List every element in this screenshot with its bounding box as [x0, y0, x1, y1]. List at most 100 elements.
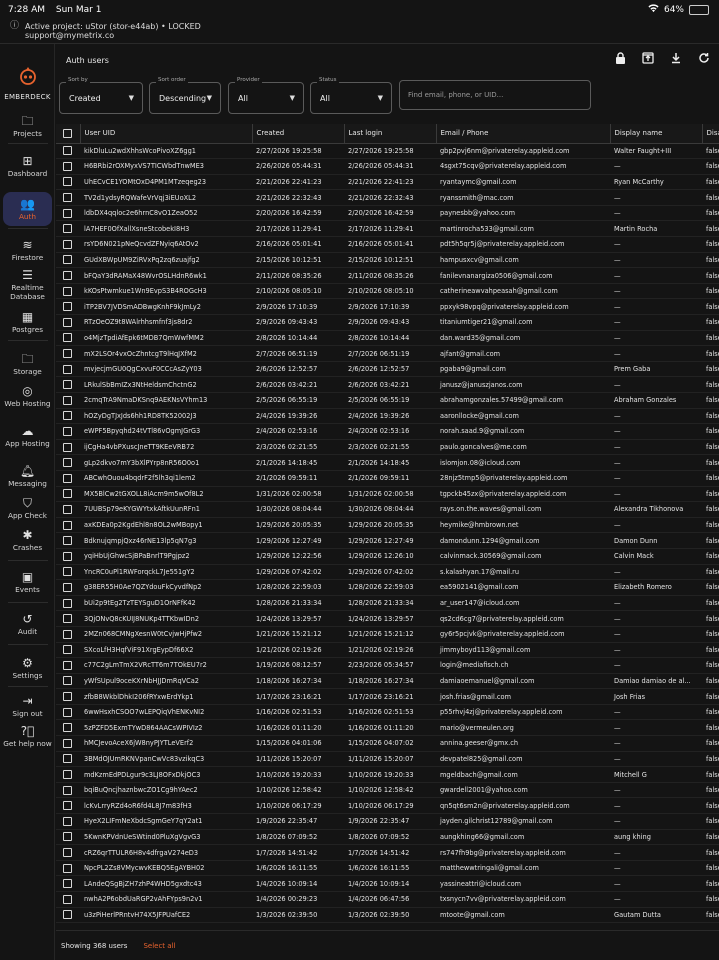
refresh-icon[interactable]: [697, 52, 711, 67]
table-row[interactable]: ldbDX4qqloc2e6hrnC8vO1ZeaO52 2/20/2026 16…: [56, 205, 719, 222]
table-row[interactable]: 7UUBSp79eKYGWYtxkAftkUunRFn1 1/30/2026 08…: [56, 501, 719, 518]
row-checkbox[interactable]: [63, 582, 72, 592]
table-row[interactable]: iTP2BV7JVDSmADBwgKnhF9kJmLy2 2/9/2026 17:…: [56, 298, 719, 316]
search-input[interactable]: Find email, phone, or UID...: [399, 80, 591, 110]
table-row[interactable]: hMCJevoAceX6jW8nyPJYTLeVErf2 1/15/2026 04…: [56, 735, 719, 752]
row-checkbox[interactable]: [63, 536, 72, 546]
sidebar-item-firestore[interactable]: ≋ Firestore: [3, 238, 52, 263]
table-row[interactable]: kikDluLu2wdXhhsWcoPivoXZ6gg1 2/27/2026 19…: [56, 143, 719, 160]
row-checkbox[interactable]: [63, 894, 72, 904]
table-row[interactable]: 5KwnKPVdnUeSWtind0PluXgVgvG3 1/8/2026 07:…: [56, 829, 719, 846]
provider-select[interactable]: Provider All ▼: [228, 77, 304, 114]
row-checkbox[interactable]: [63, 489, 72, 499]
row-checkbox[interactable]: [63, 785, 72, 795]
table-row[interactable]: yWfSUpul9oceKXrNbHJJDmRqVCa2 1/18/2026 16…: [56, 673, 719, 690]
row-checkbox[interactable]: [63, 255, 72, 265]
row-checkbox[interactable]: [63, 692, 72, 702]
column-header-disabled[interactable]: Disa: [702, 124, 719, 144]
column-header-email-phone[interactable]: Email / Phone: [436, 124, 611, 144]
row-checkbox[interactable]: [63, 801, 72, 811]
table-row[interactable]: RTzOeOZ9t8WAlrhhsmfnf3js8dr2 2/9/2026 09:…: [56, 314, 719, 331]
select-all-link[interactable]: Select all: [143, 942, 175, 950]
table-row[interactable]: 3BMdOJUmRKNVpanCwVc83vzikqC3 1/11/2026 15…: [56, 751, 719, 768]
row-checkbox[interactable]: [63, 816, 72, 826]
table-row[interactable]: axKDEa0p2KgdEhl8n8OL2wMBopy1 1/29/2026 20…: [56, 517, 719, 534]
table-row[interactable]: 2cmqTrA9NmaDKSnq9AEKNsVYhm13 2/5/2026 06:…: [56, 392, 719, 409]
table-row[interactable]: zfbB8WkblDhkI206fRYxwErdYkp1 1/17/2026 23…: [56, 688, 719, 705]
select-all-checkbox[interactable]: [63, 128, 72, 138]
table-row[interactable]: MX5BlCw2tGXOLL8iAcm9m5wOf8L2 1/31/2026 02…: [56, 486, 719, 503]
table-row[interactable]: NpcPL2Zs8VMycwvKEBQ5EgAYBH02 1/6/2026 16:…: [56, 860, 719, 877]
table-row[interactable]: rsYD6N021pNeQcvdZFNyiq6AtOv2 2/16/2026 05…: [56, 236, 719, 253]
table-row[interactable]: c77C2gLmTmX2VRcTT6m7TOkEU7r2 1/19/2026 08…: [56, 657, 719, 674]
row-checkbox[interactable]: [63, 504, 72, 514]
table-row[interactable]: TV2d1ydsyRQWafeVrVqj3iEUoXL2 2/21/2026 22…: [56, 189, 719, 206]
row-checkbox[interactable]: [63, 302, 72, 312]
sidebar-item-messaging[interactable]: 🔔︎ Messaging: [3, 464, 52, 489]
table-row[interactable]: UhECvCE1YOMtOxD4PM1MTzeqeg23 2/21/2026 22…: [56, 174, 719, 191]
lock-icon[interactable]: [613, 52, 627, 67]
row-checkbox[interactable]: [63, 848, 72, 858]
download-icon[interactable]: [669, 52, 683, 67]
sidebar-item-crashes[interactable]: ✱ Crashes: [3, 528, 52, 553]
sidebar-item-get-help[interactable]: ?⃝ Get help now: [3, 724, 52, 749]
sidebar-item-realtime-database[interactable]: ☰ Realtime Database: [3, 268, 52, 301]
table-row[interactable]: bqiBuQncjhaznbwcZO1Cg9hYAec2 1/10/2026 12…: [56, 782, 719, 799]
row-checkbox[interactable]: [63, 208, 72, 218]
table-row[interactable]: bUi2p9tEg2TzTEYSguD1OrNFfK42 1/28/2026 21…: [56, 595, 719, 612]
sidebar-item-dashboard[interactable]: ⊞ Dashboard: [3, 154, 52, 179]
row-checkbox[interactable]: [63, 239, 72, 249]
row-checkbox[interactable]: [63, 286, 72, 296]
table-row[interactable]: u3zPiHerlPRntvH74X5JFPUafCE2 1/3/2026 02:…: [56, 907, 719, 924]
row-checkbox[interactable]: [63, 520, 72, 530]
sidebar-item-storage[interactable]: 🗀 Storage: [3, 352, 52, 377]
table-row[interactable]: 6wwHsxhCSOO7wLEPQiqVhENKvNI2 1/16/2026 02…: [56, 704, 719, 721]
table-row[interactable]: lA7HEF0OfXallXsneStcobekI8H3 2/17/2026 11…: [56, 220, 719, 238]
table-row[interactable]: H6BRbi2rOXMyxVS7TICWbdTnwME3 2/26/2026 05…: [56, 158, 719, 175]
row-checkbox[interactable]: [63, 146, 72, 156]
table-row[interactable]: lcKvLrryRZd4oR6fd4L8J7m83fH3 1/10/2026 06…: [56, 797, 719, 815]
table-row[interactable]: mX2LSOr4vxOcZhntcgT9lHqJXfM2 2/7/2026 06:…: [56, 345, 719, 362]
row-checkbox[interactable]: [63, 551, 72, 561]
table-row[interactable]: eWPF5Bpyqhd24tVTl86vOgmJGrG3 2/4/2026 02:…: [56, 423, 719, 440]
row-checkbox[interactable]: [63, 754, 72, 764]
column-header-last-login[interactable]: Last login: [344, 124, 437, 144]
sidebar-item-app-hosting[interactable]: ☁ App Hosting: [3, 424, 52, 449]
row-checkbox[interactable]: [63, 473, 72, 483]
row-checkbox[interactable]: [63, 738, 72, 748]
table-row[interactable]: o4MjzTpdiAfEpk6tMDB7QmWwfMM2 2/8/2026 10:…: [56, 330, 719, 347]
row-checkbox[interactable]: [63, 380, 72, 390]
row-checkbox[interactable]: [63, 863, 72, 873]
table-row[interactable]: 3QjONvQ8cKUIJ8NUKp4TTKbwIDn2 1/24/2026 13…: [56, 610, 719, 627]
row-checkbox[interactable]: [63, 177, 72, 187]
table-row[interactable]: kKOsPtwmkue1Wn9EvpS3B4ROGcH3 2/10/2026 08…: [56, 283, 719, 300]
table-row[interactable]: 5zPZFD5ExmTYwD864AACsWPIVIz2 1/16/2026 01…: [56, 719, 719, 737]
sidebar-item-settings[interactable]: ⚙ Settings: [3, 656, 52, 681]
table-row[interactable]: LRkulSbBmIZx3NtHeldsmChctnG2 2/6/2026 03:…: [56, 376, 719, 393]
table-row[interactable]: gLp2dkvo7mY3bXlPYrp8nR56O0o1 2/1/2026 14:…: [56, 454, 719, 471]
table-row[interactable]: mdKzmEdPDLgur9c3LJ8OFxDkjOC3 1/10/2026 19…: [56, 766, 719, 783]
table-row[interactable]: cRZ6qrTTULR6H8v4dfrgaV274eD3 1/7/2026 14:…: [56, 844, 719, 861]
table-row[interactable]: yqiHbUjGhwcSjBPaBnrlT9Pgjpz2 1/29/2026 12…: [56, 548, 719, 565]
sort-order-select[interactable]: Sort order Descending ▼: [149, 77, 221, 114]
column-header-created[interactable]: Created: [252, 124, 345, 144]
table-row[interactable]: ABCwhOuou4bqdrF2f5lh3qi1lem2 2/1/2026 09:…: [56, 470, 719, 487]
row-checkbox[interactable]: [63, 723, 72, 733]
table-row[interactable]: 2MZn068CMNgXesnW0tCvjwHjPfw2 1/21/2026 15…: [56, 626, 719, 643]
row-checkbox[interactable]: [63, 879, 72, 889]
sidebar-item-app-check[interactable]: ⛉ App Check: [3, 496, 52, 521]
row-checkbox[interactable]: [63, 676, 72, 686]
row-checkbox[interactable]: [63, 317, 72, 327]
row-checkbox[interactable]: [63, 832, 72, 842]
sidebar-item-projects[interactable]: 🗀 Projects: [3, 114, 52, 139]
sidebar-item-audit[interactable]: ↺ Audit: [3, 612, 52, 637]
sidebar-item-events[interactable]: ▣ Events: [3, 570, 52, 595]
sidebar-item-auth[interactable]: 👥 Auth: [3, 192, 52, 226]
row-checkbox[interactable]: [63, 224, 72, 234]
table-row[interactable]: ijCgHa4vbPXuscJneTT9KEeVRB72 2/3/2026 02:…: [56, 439, 719, 456]
table-row[interactable]: BdknujqmpjQxz46rNE13lp5qN7g3 1/29/2026 12…: [56, 532, 719, 549]
column-header-uid[interactable]: User UID: [80, 124, 253, 144]
status-select[interactable]: Status All ▼: [310, 77, 392, 114]
row-checkbox[interactable]: [63, 349, 72, 359]
table-row[interactable]: HyeX2LIFmNeXbdcSgmGeY7qY2at1 1/9/2026 22:…: [56, 813, 719, 830]
